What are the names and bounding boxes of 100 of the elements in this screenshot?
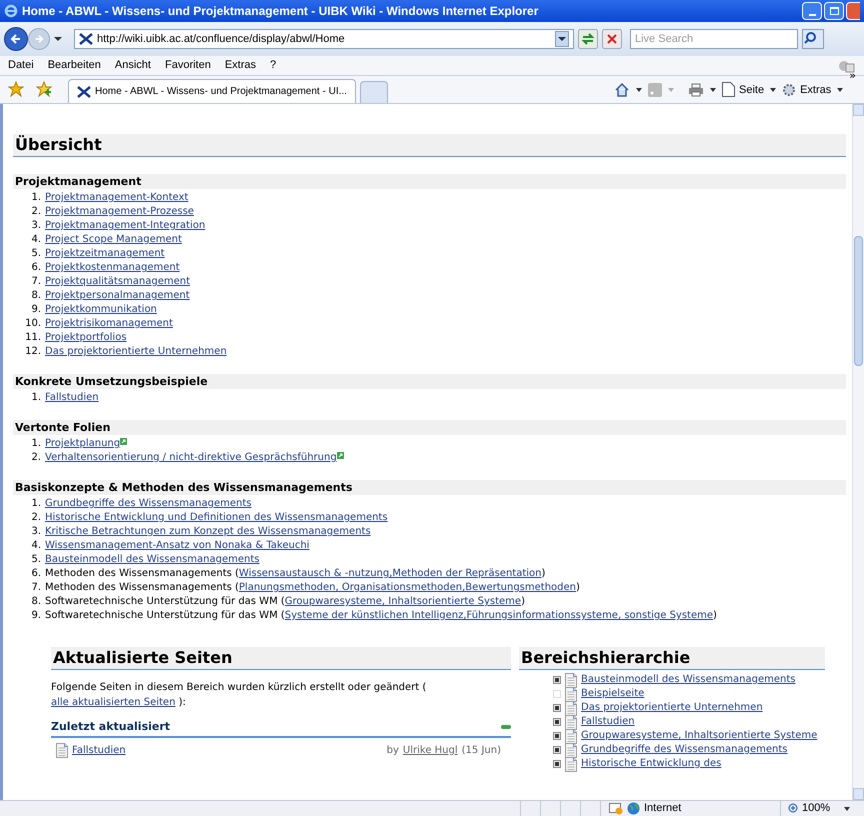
dropdown-caret-icon[interactable] xyxy=(555,31,569,47)
refresh-icon[interactable] xyxy=(578,29,598,49)
menu-item[interactable]: Bearbeiten xyxy=(48,57,101,74)
page-link[interactable]: Planungsmethoden, Organisationsmethoden,Bewertungsmethoden xyxy=(238,581,576,595)
page-link[interactable]: Groupwaresysteme, Inhaltsorientierte Systeme xyxy=(581,729,818,743)
menu-item[interactable]: Datei xyxy=(8,57,34,74)
page-link[interactable]: Grundbegriffe des Wissensmanagements xyxy=(45,497,252,511)
gear-icon xyxy=(782,82,796,97)
all-updates-link[interactable]: alle aktualisierten Seiten xyxy=(51,697,176,708)
page-link[interactable]: Projektrisikomanagement xyxy=(45,317,173,331)
page-link[interactable]: Fallstudien xyxy=(72,744,126,756)
browser-logo-icon xyxy=(4,4,18,18)
zoom-icon[interactable] xyxy=(787,803,798,814)
page-link[interactable]: Wissensmanagement-Ansatz von Nonaka & Takeuchi xyxy=(45,539,310,553)
page-link[interactable]: Projektplanung xyxy=(45,437,120,451)
item-text: Methoden des Wissensmanagements ( xyxy=(45,567,239,581)
page-link[interactable]: Bausteinmodell des Wissensmanagements xyxy=(45,553,260,567)
expand-toggle[interactable] xyxy=(553,732,561,740)
stop-icon[interactable] xyxy=(602,29,622,49)
page-link[interactable]: Beispielseite xyxy=(581,687,644,701)
section-title: Bereichshierarchie xyxy=(519,647,825,670)
menu-item[interactable]: Favoriten xyxy=(164,57,211,74)
page-link[interactable]: Projektmanagement-Integration xyxy=(45,219,206,233)
warning-icon xyxy=(609,802,623,814)
menu-item[interactable]: Extras xyxy=(224,57,256,74)
page-link[interactable]: Kritische Betrachtungen zum Konzept des Wissensmanagements xyxy=(45,525,371,539)
item-text: Methoden des Wissensmanagements ( xyxy=(45,581,239,595)
page-link[interactable]: Fallstudien xyxy=(45,391,99,405)
page-link[interactable]: Projektmanagement-Prozesse xyxy=(45,205,194,219)
close-button[interactable] xyxy=(846,2,860,20)
search-icon[interactable] xyxy=(802,29,824,49)
dropdown-caret-icon[interactable] xyxy=(837,88,844,92)
list-number: 1. xyxy=(30,191,42,205)
translate-icon[interactable] xyxy=(838,58,856,72)
expand-toggle[interactable] xyxy=(553,676,561,684)
expand-toggle[interactable] xyxy=(553,718,561,726)
scrollbar[interactable] xyxy=(852,104,864,800)
item-text: ) xyxy=(713,609,717,623)
add-favorite-icon[interactable] xyxy=(36,81,52,97)
minimize-button[interactable] xyxy=(802,2,822,20)
page-link[interactable]: Historische Entwicklung des xyxy=(581,757,722,771)
page-link[interactable]: Wissensaustausch & -nutzung,Methoden der Repräsentation xyxy=(238,567,542,581)
zoom-level[interactable]: 100% xyxy=(802,800,830,816)
address-field[interactable]: http://wiki.uibk.ac.at/confluence/display/abwl/Home xyxy=(74,29,574,49)
document-icon xyxy=(565,728,577,744)
page-link[interactable]: Fallstudien xyxy=(581,715,635,729)
globe-icon xyxy=(627,802,640,815)
page-link[interactable]: Projektqualitätsmanagement xyxy=(45,275,190,289)
page-menu-button[interactable]: Seite xyxy=(722,82,764,98)
page-link[interactable]: Projektzeitmanagement xyxy=(45,247,165,261)
maximize-button[interactable] xyxy=(824,2,844,20)
list-number: 9. xyxy=(30,609,42,623)
expand-toggle[interactable] xyxy=(553,704,561,712)
page-link[interactable]: Verhaltensorientierung / nicht-direktive Gesprächsführung xyxy=(45,451,337,465)
empty-toggle[interactable] xyxy=(553,690,561,698)
list-number: 7. xyxy=(30,581,42,595)
page-link[interactable]: Das projektorientierte Unternehmen xyxy=(45,345,227,359)
page-link[interactable]: Bausteinmodell des Wissensmanagements xyxy=(581,673,796,687)
list-number: 3. xyxy=(30,219,42,233)
page-link[interactable]: Projektmanagement-Kontext xyxy=(45,191,188,205)
page-link[interactable]: Groupwaresysteme, Inhaltsorientierte Systeme xyxy=(284,595,522,609)
tools-menu-button[interactable]: Extras xyxy=(782,82,832,98)
page-link[interactable]: Projektkommunikation xyxy=(45,303,157,317)
browser-tab[interactable]: Home - ABWL - Wissens- und Projektmanagement - UI... xyxy=(68,79,356,103)
page-link[interactable]: Grundbegriffe des Wissensmanagements xyxy=(581,743,788,757)
page-link[interactable]: Projektpersonalmanagement xyxy=(45,289,190,303)
author-link[interactable]: Ulrike Hugl xyxy=(402,744,458,758)
document-icon xyxy=(565,672,577,688)
menu-item[interactable]: ? xyxy=(270,57,276,74)
back-button[interactable] xyxy=(4,27,28,51)
dropdown-caret-icon[interactable] xyxy=(844,806,850,810)
page-link[interactable]: Das projektorientierte Unternehmen xyxy=(581,701,763,715)
list-number: 1. xyxy=(30,437,42,451)
page-link[interactable]: Systeme der künstlichen Intelligenz,Führungsinformationssysteme, sonstige Systeme xyxy=(284,609,714,623)
document-icon xyxy=(565,686,577,702)
search-field[interactable]: Live Search xyxy=(630,29,798,49)
printer-icon[interactable] xyxy=(688,82,704,97)
collapse-button[interactable] xyxy=(501,725,511,729)
more-button[interactable]: » xyxy=(849,70,856,80)
expand-toggle[interactable] xyxy=(553,746,561,754)
dropdown-caret-icon[interactable] xyxy=(710,88,716,92)
page-link[interactable]: Projektkostenmanagement xyxy=(45,261,180,275)
menu-item[interactable]: Ansicht xyxy=(114,57,151,74)
dropdown-caret-icon[interactable] xyxy=(770,88,776,92)
by-label: by xyxy=(386,744,399,758)
site-logo-icon xyxy=(79,33,93,45)
item-text: ) xyxy=(521,595,525,609)
subsection-title: Zuletzt aktualisiert xyxy=(51,720,170,734)
window-title: Home - ABWL - Wissens- und Projektmanagement - UIBK Wiki - Windows Internet Explorer xyxy=(22,3,540,20)
list-number: 8. xyxy=(30,595,42,609)
home-icon[interactable] xyxy=(614,82,630,98)
page-link[interactable]: Project Scope Management xyxy=(45,233,182,247)
page-link[interactable]: Historische Entwicklung und Definitionen des Wissensmanagements xyxy=(45,511,388,525)
page-heading: Übersicht xyxy=(13,134,846,157)
favorites-star-icon[interactable] xyxy=(8,81,24,97)
page-link[interactable]: Projektportfolios xyxy=(45,331,127,345)
expand-toggle[interactable] xyxy=(553,760,561,768)
dropdown-caret-icon[interactable] xyxy=(636,88,642,92)
section-heading: Basiskonzepte & Methoden des Wissensmanagements xyxy=(13,480,846,495)
dropdown-caret-icon[interactable] xyxy=(54,36,62,42)
